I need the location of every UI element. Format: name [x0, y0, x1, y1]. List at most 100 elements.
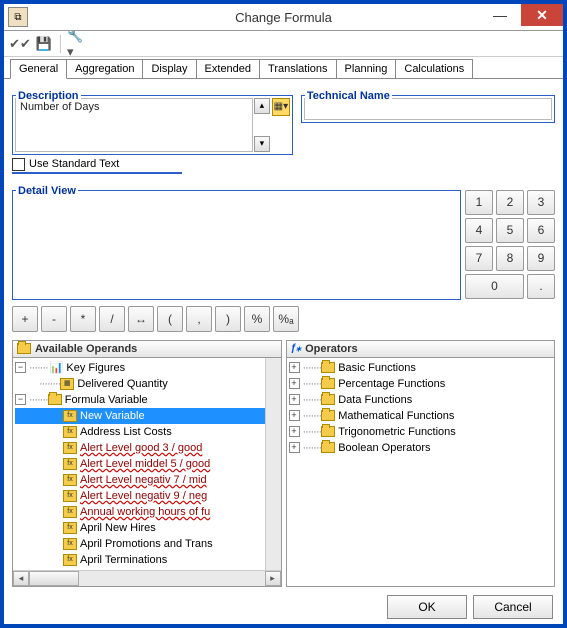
key-5[interactable]: 5: [496, 218, 524, 243]
key-4[interactable]: 4: [465, 218, 493, 243]
wrench-icon[interactable]: 🔧▾: [67, 34, 87, 54]
tree-item[interactable]: Annual working hours of fu: [80, 506, 210, 518]
separator: [60, 35, 61, 53]
detail-view-label: Detail View: [16, 185, 78, 197]
tab-extended[interactable]: Extended: [196, 59, 260, 78]
variable-icon: fx: [63, 410, 77, 422]
expand-icon[interactable]: +: [289, 442, 300, 453]
scroll-down-icon[interactable]: ▾: [254, 136, 270, 152]
folder-icon: [321, 378, 335, 389]
operators-panel: ƒ⁎ Operators +······· Basic Functions +·…: [286, 340, 556, 587]
description-frame: Number of Days ▴ ▾ ▦▾: [12, 95, 293, 155]
key-9[interactable]: 9: [527, 246, 555, 271]
expand-icon[interactable]: +: [289, 378, 300, 389]
ok-button[interactable]: OK: [387, 595, 467, 619]
node-percentage-functions[interactable]: Percentage Functions: [338, 378, 445, 390]
node-mathematical-functions[interactable]: Mathematical Functions: [338, 410, 454, 422]
tree-item[interactable]: Alert Level good 3 / good: [80, 442, 202, 454]
expand-icon[interactable]: +: [289, 410, 300, 421]
op-percent-a[interactable]: %ₐ: [273, 306, 299, 332]
detail-view-box[interactable]: [12, 190, 461, 300]
key-6[interactable]: 6: [527, 218, 555, 243]
use-standard-text-row[interactable]: Use Standard Text: [12, 157, 182, 174]
tree-item[interactable]: Alert Level middel 5 / good: [80, 458, 210, 470]
folder-icon: [321, 426, 335, 437]
tabs: General Aggregation Display Extended Tra…: [4, 59, 563, 79]
op-plus[interactable]: +: [12, 306, 38, 332]
node-new-variable[interactable]: New Variable: [80, 410, 145, 422]
toolbar: ✔✔ 💾 🔧▾: [4, 31, 563, 56]
use-standard-text-checkbox[interactable]: [12, 158, 25, 171]
expand-icon[interactable]: +: [289, 394, 300, 405]
node-formula-variable[interactable]: Formula Variable: [65, 394, 148, 406]
tab-planning[interactable]: Planning: [336, 59, 397, 78]
save-icon[interactable]: 💾: [34, 34, 54, 54]
node-delivered-quantity[interactable]: Delivered Quantity: [77, 378, 168, 390]
use-standard-text-label: Use Standard Text: [29, 158, 119, 170]
op-minus[interactable]: -: [41, 306, 67, 332]
scroll-up-icon[interactable]: ▴: [254, 98, 270, 114]
op-swap[interactable]: ↔: [128, 306, 154, 332]
tree-item[interactable]: Address List Costs: [80, 426, 172, 438]
minimize-button[interactable]: —: [479, 4, 521, 26]
cancel-button[interactable]: Cancel: [473, 595, 553, 619]
variable-icon: fx: [63, 426, 77, 438]
tab-translations[interactable]: Translations: [259, 59, 337, 78]
check-icon[interactable]: ✔✔: [10, 34, 30, 54]
folder-icon: [321, 394, 335, 405]
technical-name-label: Technical Name: [305, 90, 392, 102]
tree-item[interactable]: April New Hires: [80, 522, 156, 534]
tree-item[interactable]: April Terminations: [80, 554, 167, 566]
collapse-icon[interactable]: −: [15, 394, 26, 405]
tree-item[interactable]: April Promotions and Trans: [80, 538, 213, 550]
key-1[interactable]: 1: [465, 190, 493, 215]
op-divide[interactable]: /: [99, 306, 125, 332]
op-percent[interactable]: %: [244, 306, 270, 332]
tree-item[interactable]: Alert Level negativ 7 / mid: [80, 474, 207, 486]
expand-icon[interactable]: +: [289, 362, 300, 373]
node-trigonometric-functions[interactable]: Trigonometric Functions: [338, 426, 456, 438]
operators-tree[interactable]: +······· Basic Functions +······· Percen…: [287, 358, 555, 586]
variable-icon: fx: [63, 490, 77, 502]
folder-icon: [48, 394, 62, 405]
variable-icon: fx: [63, 458, 77, 470]
operands-tree[interactable]: −······· 📊 Key Figures ········ ▦Deliver…: [13, 358, 281, 586]
tree-item[interactable]: Alert Level negativ 9 / neg: [80, 490, 207, 502]
node-basic-functions[interactable]: Basic Functions: [338, 362, 416, 374]
operators-header: ƒ⁎ Operators: [287, 341, 555, 358]
scroll-left-icon[interactable]: ◂: [13, 571, 29, 586]
scroll-thumb[interactable]: [29, 571, 79, 586]
app-icon: ⧉: [8, 7, 28, 27]
tab-general[interactable]: General: [10, 59, 67, 79]
op-multiply[interactable]: *: [70, 306, 96, 332]
horizontal-scrollbar[interactable]: ◂ ▸: [13, 570, 281, 586]
change-formula-dialog: ⧉ Change Formula — ✕ ✔✔ 💾 🔧▾ General Agg…: [3, 3, 564, 625]
collapse-icon[interactable]: −: [15, 362, 26, 373]
folder-icon: [321, 410, 335, 421]
key-2[interactable]: 2: [496, 190, 524, 215]
op-comma[interactable]: ,: [186, 306, 212, 332]
key-3[interactable]: 3: [527, 190, 555, 215]
vertical-scrollbar[interactable]: [265, 358, 281, 570]
key-0[interactable]: 0: [465, 274, 524, 299]
fx-icon: ƒ⁎: [291, 343, 302, 354]
expand-icon[interactable]: +: [289, 426, 300, 437]
op-lparen[interactable]: (: [157, 306, 183, 332]
key-8[interactable]: 8: [496, 246, 524, 271]
node-boolean-operators[interactable]: Boolean Operators: [338, 442, 430, 454]
keypad: 1 2 3 4 5 6 7 8 9 0 .: [465, 190, 555, 300]
variable-icon: fx: [63, 506, 77, 518]
available-operands-title: Available Operands: [35, 343, 137, 355]
tab-display[interactable]: Display: [142, 59, 196, 78]
op-rparen[interactable]: ): [215, 306, 241, 332]
description-input[interactable]: Number of Days: [15, 98, 253, 152]
tab-calculations[interactable]: Calculations: [395, 59, 473, 78]
description-picker-button[interactable]: ▦▾: [272, 98, 290, 116]
scroll-right-icon[interactable]: ▸: [265, 571, 281, 586]
key-dot[interactable]: .: [527, 274, 555, 299]
node-data-functions[interactable]: Data Functions: [338, 394, 412, 406]
tab-aggregation[interactable]: Aggregation: [66, 59, 143, 78]
node-key-figures[interactable]: Key Figures: [66, 362, 125, 374]
key-7[interactable]: 7: [465, 246, 493, 271]
close-button[interactable]: ✕: [521, 4, 563, 26]
